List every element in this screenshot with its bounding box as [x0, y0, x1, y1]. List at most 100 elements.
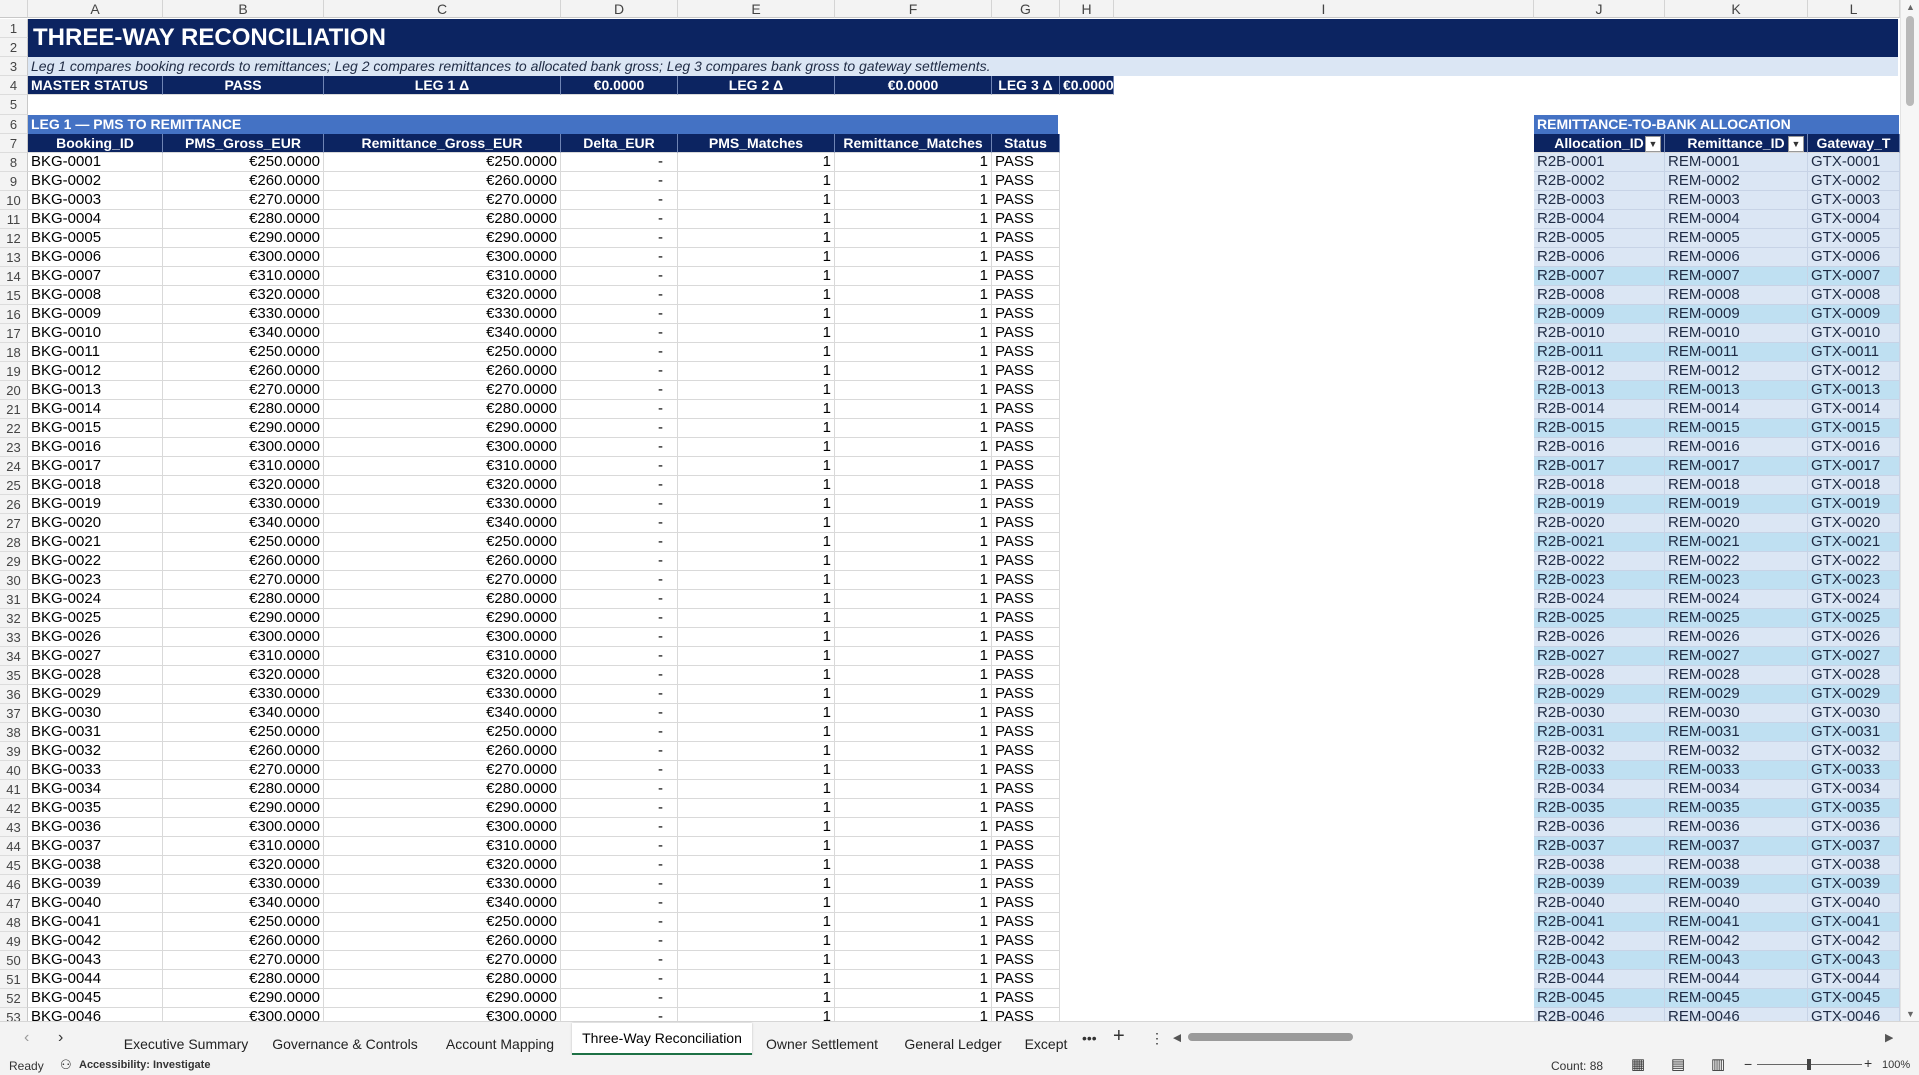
row-header-26[interactable]: 26 [0, 495, 28, 514]
allocation-cell-gateway-t[interactable]: GTX-0009 [1808, 305, 1900, 324]
leg1-cell-status[interactable]: PASS [992, 875, 1060, 894]
table-row[interactable]: BKG-0019 €330.0000 €330.0000-1 1 PASS [28, 495, 1060, 514]
leg1-cell-remittance-matches[interactable]: 1 [835, 875, 992, 894]
leg1-cell-remittance-gross-eur[interactable]: €280.0000 [324, 210, 561, 229]
scroll-left-icon[interactable]: ◀ [1173, 1031, 1181, 1044]
leg1-cell-booking-id[interactable]: BKG-0011 [28, 343, 163, 362]
leg1-cell-pms-matches[interactable]: 1 [678, 457, 835, 476]
leg1-cell-remittance-gross-eur[interactable]: €280.0000 [324, 400, 561, 419]
table-row[interactable]: BKG-0010 €340.0000 €340.0000-1 1 PASS [28, 324, 1060, 343]
leg1-cell-remittance-gross-eur[interactable]: €330.0000 [324, 875, 561, 894]
leg1-cell-booking-id[interactable]: BKG-0035 [28, 799, 163, 818]
leg1-header-pms-matches[interactable]: PMS_Matches [678, 134, 835, 153]
leg1-cell-delta-eur[interactable]: - [561, 438, 678, 457]
leg1-cell-pms-gross-eur[interactable]: €330.0000 [163, 305, 324, 324]
leg1-cell-booking-id[interactable]: BKG-0015 [28, 419, 163, 438]
row-header-5[interactable]: 5 [0, 95, 28, 115]
leg1-cell-remittance-matches[interactable]: 1 [835, 704, 992, 723]
leg1-cell-remittance-gross-eur[interactable]: €290.0000 [324, 419, 561, 438]
leg1-cell-pms-matches[interactable]: 1 [678, 875, 835, 894]
table-row[interactable]: BKG-0040 €340.0000 €340.0000-1 1 PASS [28, 894, 1060, 913]
leg1-cell-pms-gross-eur[interactable]: €300.0000 [163, 628, 324, 647]
leg1-cell-pms-matches[interactable]: 1 [678, 153, 835, 172]
leg1-cell-remittance-matches[interactable]: 1 [835, 267, 992, 286]
table-row[interactable]: R2B-0031 REM-0031 GTX-0031 [1534, 723, 1900, 742]
leg1-cell-status[interactable]: PASS [992, 343, 1060, 362]
leg1-cell-pms-gross-eur[interactable]: €250.0000 [163, 533, 324, 552]
leg1-cell-remittance-matches[interactable]: 1 [835, 172, 992, 191]
allocation-cell-gateway-t[interactable]: GTX-0017 [1808, 457, 1900, 476]
zoom-out-icon[interactable]: − [1744, 1056, 1752, 1072]
allocation-cell-gateway-t[interactable]: GTX-0036 [1808, 818, 1900, 837]
allocation-cell-remittance-id[interactable]: REM-0005 [1665, 229, 1808, 248]
allocation-cell-allocation-id[interactable]: R2B-0011 [1534, 343, 1665, 362]
allocation-cell-remittance-id[interactable]: REM-0024 [1665, 590, 1808, 609]
leg1-cell-pms-matches[interactable]: 1 [678, 818, 835, 837]
allocation-cell-remittance-id[interactable]: REM-0042 [1665, 932, 1808, 951]
leg1-cell-booking-id[interactable]: BKG-0024 [28, 590, 163, 609]
row-header-4[interactable]: 4 [0, 76, 28, 95]
leg1-cell-pms-matches[interactable]: 1 [678, 552, 835, 571]
leg1-cell-pms-gross-eur[interactable]: €330.0000 [163, 495, 324, 514]
leg1-cell-status[interactable]: PASS [992, 989, 1060, 1008]
leg1-cell-booking-id[interactable]: BKG-0003 [28, 191, 163, 210]
leg1-cell-remittance-gross-eur[interactable]: €280.0000 [324, 780, 561, 799]
leg1-cell-delta-eur[interactable]: - [561, 742, 678, 761]
table-row[interactable]: R2B-0032 REM-0032 GTX-0032 [1534, 742, 1900, 761]
allocation-cell-gateway-t[interactable]: GTX-0029 [1808, 685, 1900, 704]
normal-view-icon[interactable]: ▦ [1631, 1055, 1645, 1073]
leg1-cell-delta-eur[interactable]: - [561, 951, 678, 970]
leg1-cell-booking-id[interactable]: BKG-0032 [28, 742, 163, 761]
leg1-cell-pms-gross-eur[interactable]: €280.0000 [163, 590, 324, 609]
allocation-cell-gateway-t[interactable]: GTX-0034 [1808, 780, 1900, 799]
allocation-cell-gateway-t[interactable]: GTX-0013 [1808, 381, 1900, 400]
leg1-cell-pms-matches[interactable]: 1 [678, 799, 835, 818]
leg1-cell-remittance-matches[interactable]: 1 [835, 457, 992, 476]
allocation-cell-remittance-id[interactable]: REM-0013 [1665, 381, 1808, 400]
leg1-cell-status[interactable]: PASS [992, 305, 1060, 324]
leg1-cell-delta-eur[interactable]: - [561, 932, 678, 951]
allocation-cell-allocation-id[interactable]: R2B-0010 [1534, 324, 1665, 343]
allocation-cell-gateway-t[interactable]: GTX-0016 [1808, 438, 1900, 457]
allocation-cell-remittance-id[interactable]: REM-0030 [1665, 704, 1808, 723]
leg1-cell-pms-gross-eur[interactable]: €280.0000 [163, 210, 324, 229]
column-header-f[interactable]: F [835, 0, 992, 18]
leg1-cell-status[interactable]: PASS [992, 761, 1060, 780]
leg1-cell-delta-eur[interactable]: - [561, 590, 678, 609]
table-row[interactable]: BKG-0042 €260.0000 €260.0000-1 1 PASS [28, 932, 1060, 951]
leg1-cell-delta-eur[interactable]: - [561, 476, 678, 495]
leg1-cell-remittance-gross-eur[interactable]: €300.0000 [324, 628, 561, 647]
row-header-31[interactable]: 31 [0, 590, 28, 609]
allocation-cell-remittance-id[interactable]: REM-0006 [1665, 248, 1808, 267]
sheet-options-icon[interactable]: ⋮ [1150, 1030, 1164, 1047]
table-row[interactable]: BKG-0008 €320.0000 €320.0000-1 1 PASS [28, 286, 1060, 305]
leg1-cell-pms-matches[interactable]: 1 [678, 514, 835, 533]
leg1-cell-remittance-matches[interactable]: 1 [835, 324, 992, 343]
leg1-cell-delta-eur[interactable]: - [561, 533, 678, 552]
allocation-cell-allocation-id[interactable]: R2B-0035 [1534, 799, 1665, 818]
leg1-cell-remittance-gross-eur[interactable]: €340.0000 [324, 704, 561, 723]
leg1-cell-delta-eur[interactable]: - [561, 875, 678, 894]
leg1-cell-delta-eur[interactable]: - [561, 343, 678, 362]
column-header-i[interactable]: I [1114, 0, 1534, 18]
row-header-40[interactable]: 40 [0, 761, 28, 780]
leg1-cell-pms-matches[interactable]: 1 [678, 742, 835, 761]
allocation-cell-remittance-id[interactable]: REM-0041 [1665, 913, 1808, 932]
table-row[interactable]: BKG-0005 €290.0000 €290.0000-1 1 PASS [28, 229, 1060, 248]
leg1-cell-remittance-gross-eur[interactable]: €320.0000 [324, 666, 561, 685]
table-row[interactable]: R2B-0015 REM-0015 GTX-0015 [1534, 419, 1900, 438]
leg1-cell-remittance-gross-eur[interactable]: €250.0000 [324, 723, 561, 742]
row-header-30[interactable]: 30 [0, 571, 28, 590]
row-header-21[interactable]: 21 [0, 400, 28, 419]
leg1-cell-status[interactable]: PASS [992, 191, 1060, 210]
table-row[interactable]: BKG-0004 €280.0000 €280.0000-1 1 PASS [28, 210, 1060, 229]
leg1-cell-status[interactable]: PASS [992, 856, 1060, 875]
leg1-cell-pms-matches[interactable]: 1 [678, 248, 835, 267]
allocation-header-remittance-id[interactable]: Remittance_ID ▼ [1665, 134, 1808, 153]
allocation-cell-remittance-id[interactable]: REM-0044 [1665, 970, 1808, 989]
leg3-delta-label[interactable]: LEG 3 Δ [992, 76, 1060, 95]
table-row[interactable]: R2B-0034 REM-0034 GTX-0034 [1534, 780, 1900, 799]
leg1-cell-remittance-matches[interactable]: 1 [835, 723, 992, 742]
add-sheet-icon[interactable]: + [1113, 1025, 1125, 1048]
leg1-cell-status[interactable]: PASS [992, 742, 1060, 761]
